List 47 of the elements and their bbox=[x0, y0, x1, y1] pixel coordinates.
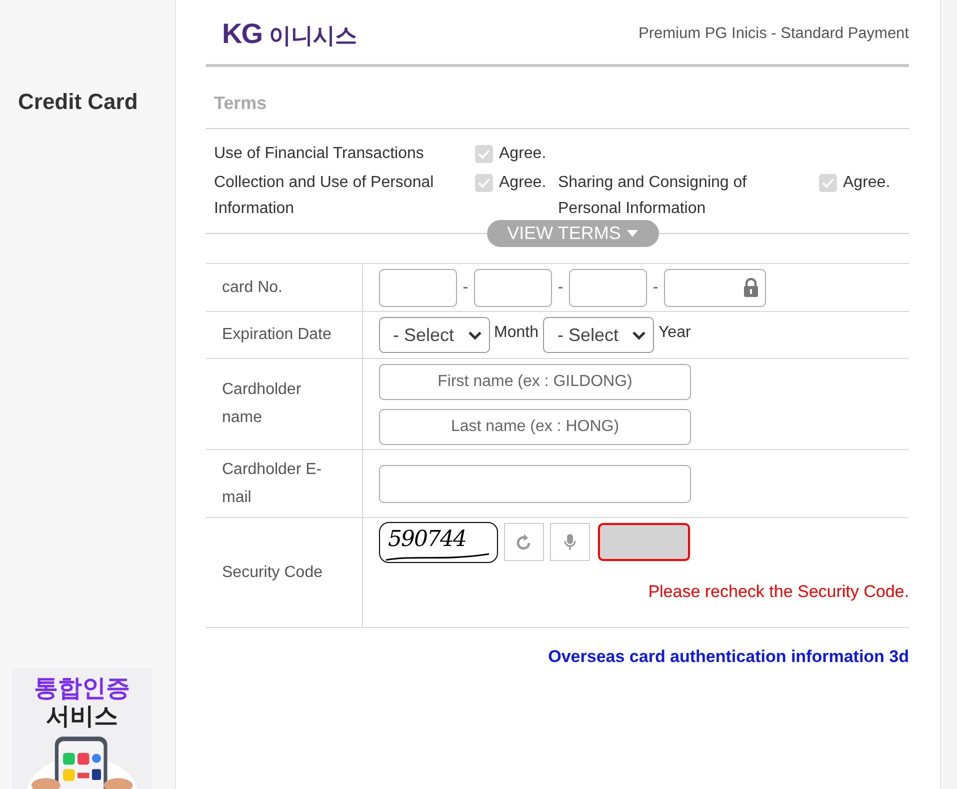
field-label: Expiration Date bbox=[222, 325, 332, 345]
card-number-field[interactable] bbox=[569, 268, 647, 306]
chevron-down-icon bbox=[468, 330, 482, 340]
field-label: card No. bbox=[222, 278, 282, 298]
check-icon bbox=[478, 149, 490, 159]
section-title: Terms bbox=[206, 67, 909, 129]
banner-text: 통합인증 bbox=[34, 674, 130, 702]
dropdown[interactable]: - Select bbox=[543, 317, 654, 353]
microphone-icon bbox=[564, 533, 576, 551]
banner-ad[interactable]: 통합인증 서비스 bbox=[12, 668, 152, 789]
overseas-auth-link[interactable]: Overseas card authentication information 3d bbox=[548, 647, 909, 666]
page-title: Credit Card bbox=[18, 89, 138, 115]
error-message: Please recheck the Security Code. bbox=[647, 582, 909, 602]
check-icon bbox=[478, 178, 490, 188]
refresh-icon bbox=[516, 533, 532, 551]
caret-icon bbox=[626, 230, 638, 237]
separator-text: - bbox=[556, 278, 564, 296]
unit-label: Year bbox=[658, 324, 691, 342]
card-number-field[interactable] bbox=[474, 268, 552, 306]
card-number-field[interactable] bbox=[664, 268, 766, 306]
field-label: Cardholder E-mail bbox=[222, 460, 323, 508]
unit-label: Month bbox=[494, 324, 538, 342]
agree-label: Agree. bbox=[499, 173, 546, 193]
refresh-button[interactable] bbox=[504, 523, 544, 561]
microphone-button[interactable] bbox=[550, 523, 590, 561]
agree-label: Agree. bbox=[843, 173, 890, 193]
captcha-image: 590744 bbox=[379, 522, 498, 563]
field-label: Security Code bbox=[222, 562, 322, 582]
email-field[interactable] bbox=[379, 464, 691, 502]
terms-label: Use of Financial Transactions bbox=[214, 144, 425, 164]
name-field[interactable]: First name (ex : GILDONG) bbox=[379, 364, 691, 400]
terms-label: Sharing and Consigning of Personal Information bbox=[558, 173, 748, 219]
agree-label: Agree. bbox=[499, 144, 546, 164]
lock-icon bbox=[743, 278, 759, 297]
separator-text: - bbox=[652, 278, 660, 296]
name-field[interactable]: Last name (ex : HONG) bbox=[379, 408, 691, 444]
check-icon bbox=[822, 178, 834, 188]
field-label: Cardholder name bbox=[222, 380, 302, 428]
security-code-field[interactable] bbox=[598, 523, 690, 561]
header-subtitle: Premium PG Inicis - Standard Payment bbox=[638, 24, 909, 42]
logo: KG 이니시스 bbox=[222, 18, 357, 50]
dropdown[interactable]: - Select bbox=[379, 317, 490, 353]
terms-label: Collection and Use of Personal Information bbox=[214, 173, 435, 219]
separator-text: - bbox=[462, 278, 470, 296]
card-number-field[interactable] bbox=[379, 268, 457, 306]
chevron-down-icon bbox=[632, 330, 646, 340]
banner-text: 서비스 bbox=[46, 702, 118, 730]
